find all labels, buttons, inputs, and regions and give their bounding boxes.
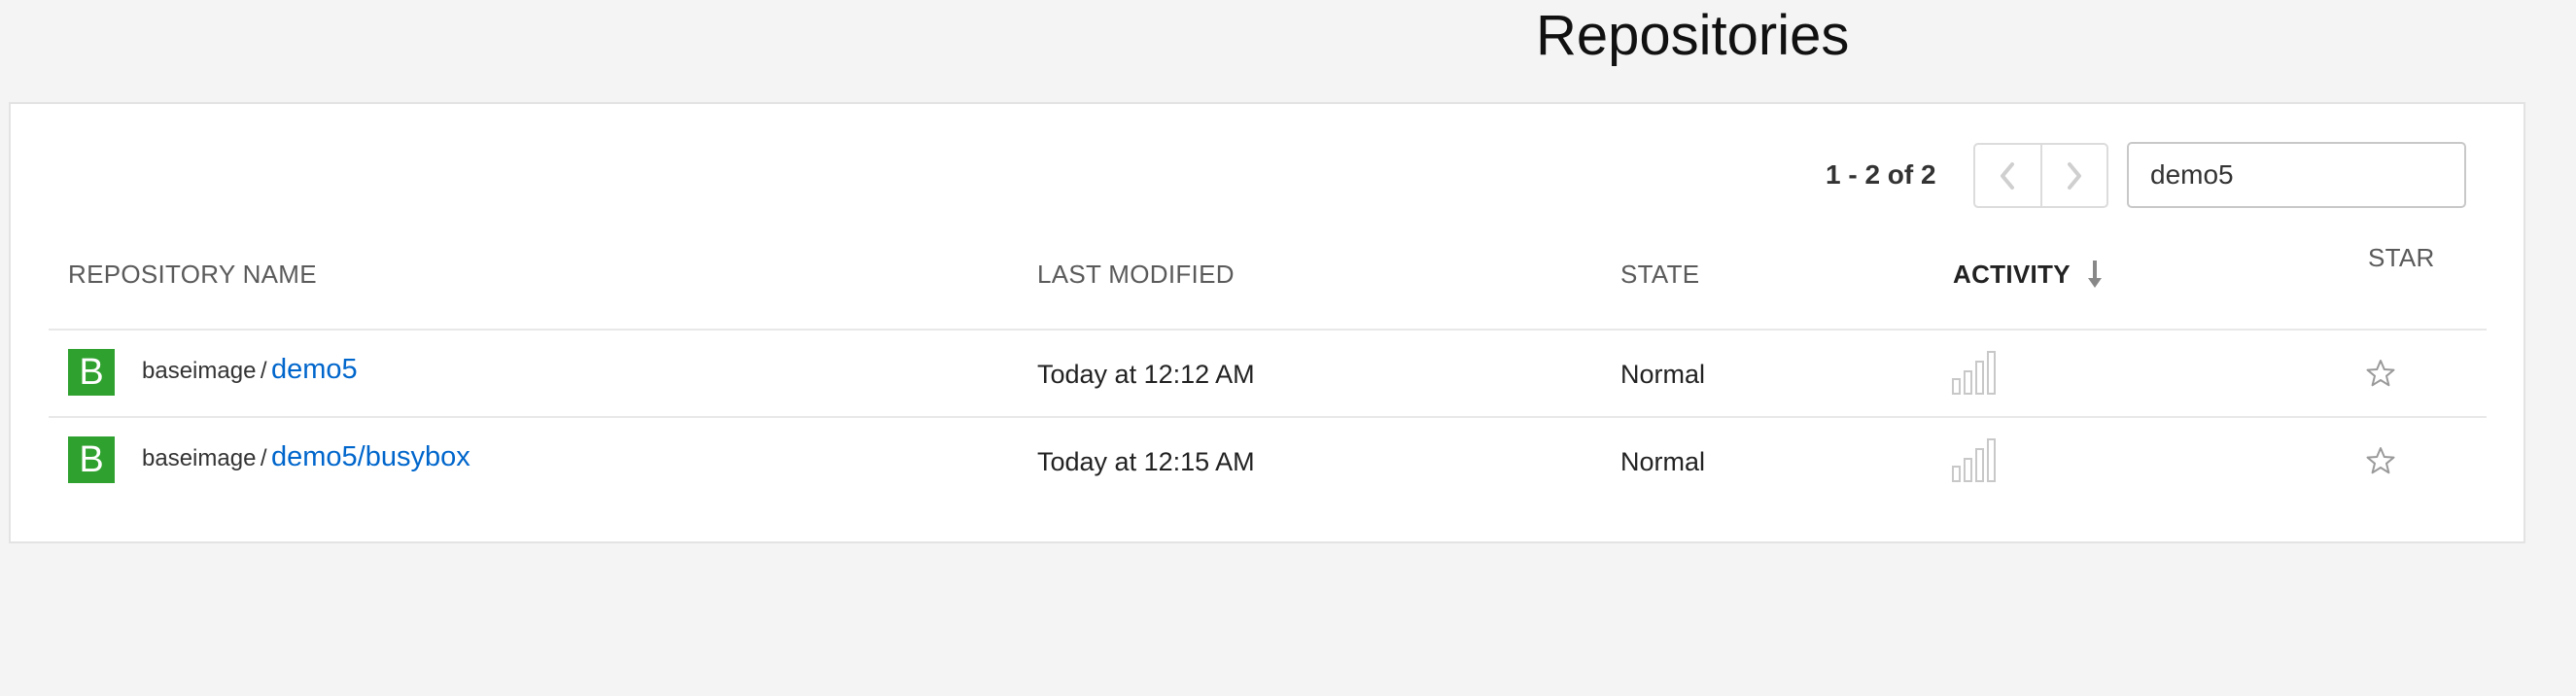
search-input[interactable] (2127, 142, 2466, 208)
sort-descending-icon[interactable] (2085, 259, 2105, 290)
column-header-state[interactable]: STATE (1620, 260, 1699, 290)
header-divider (49, 329, 2487, 331)
last-modified-cell: Today at 12:12 AM (1037, 360, 1255, 389)
repository-separator: / (260, 445, 267, 471)
repository-avatar: B (68, 349, 115, 396)
repository-name: baseimage / demo5/busybox (142, 441, 470, 473)
row-divider (49, 416, 2487, 418)
repository-namespace: baseimage (142, 445, 257, 471)
repository-separator: / (260, 358, 267, 384)
repository-link[interactable]: demo5/busybox (271, 441, 470, 472)
column-header-repository-name[interactable]: REPOSITORY NAME (68, 260, 317, 290)
activity-bars-icon (1952, 438, 1996, 482)
next-page-button[interactable] (2039, 145, 2107, 206)
pager-buttons (1973, 143, 2108, 208)
star-outline-icon[interactable] (2366, 359, 2395, 388)
pager-count: 1 - 2 of 2 (1826, 159, 1936, 190)
last-modified-cell: Today at 12:15 AM (1037, 447, 1255, 476)
previous-page-button[interactable] (1975, 145, 2040, 206)
repository-name: baseimage / demo5 (142, 354, 358, 386)
repository-avatar: B (68, 436, 115, 483)
column-header-last-modified[interactable]: LAST MODIFIED (1037, 260, 1235, 290)
state-cell: Normal (1620, 447, 1706, 476)
state-cell: Normal (1620, 360, 1706, 389)
column-header-activity[interactable]: ACTIVITY (1953, 260, 2071, 290)
chevron-left-icon (2001, 161, 2015, 190)
chevron-right-icon (2067, 161, 2081, 190)
activity-bars-icon (1952, 351, 1996, 395)
repository-link[interactable]: demo5 (271, 354, 358, 385)
repository-namespace: baseimage (142, 358, 257, 384)
column-header-star[interactable]: STAR (2368, 243, 2435, 273)
page-title: Repositories (1536, 4, 1850, 67)
star-outline-icon[interactable] (2366, 446, 2395, 475)
